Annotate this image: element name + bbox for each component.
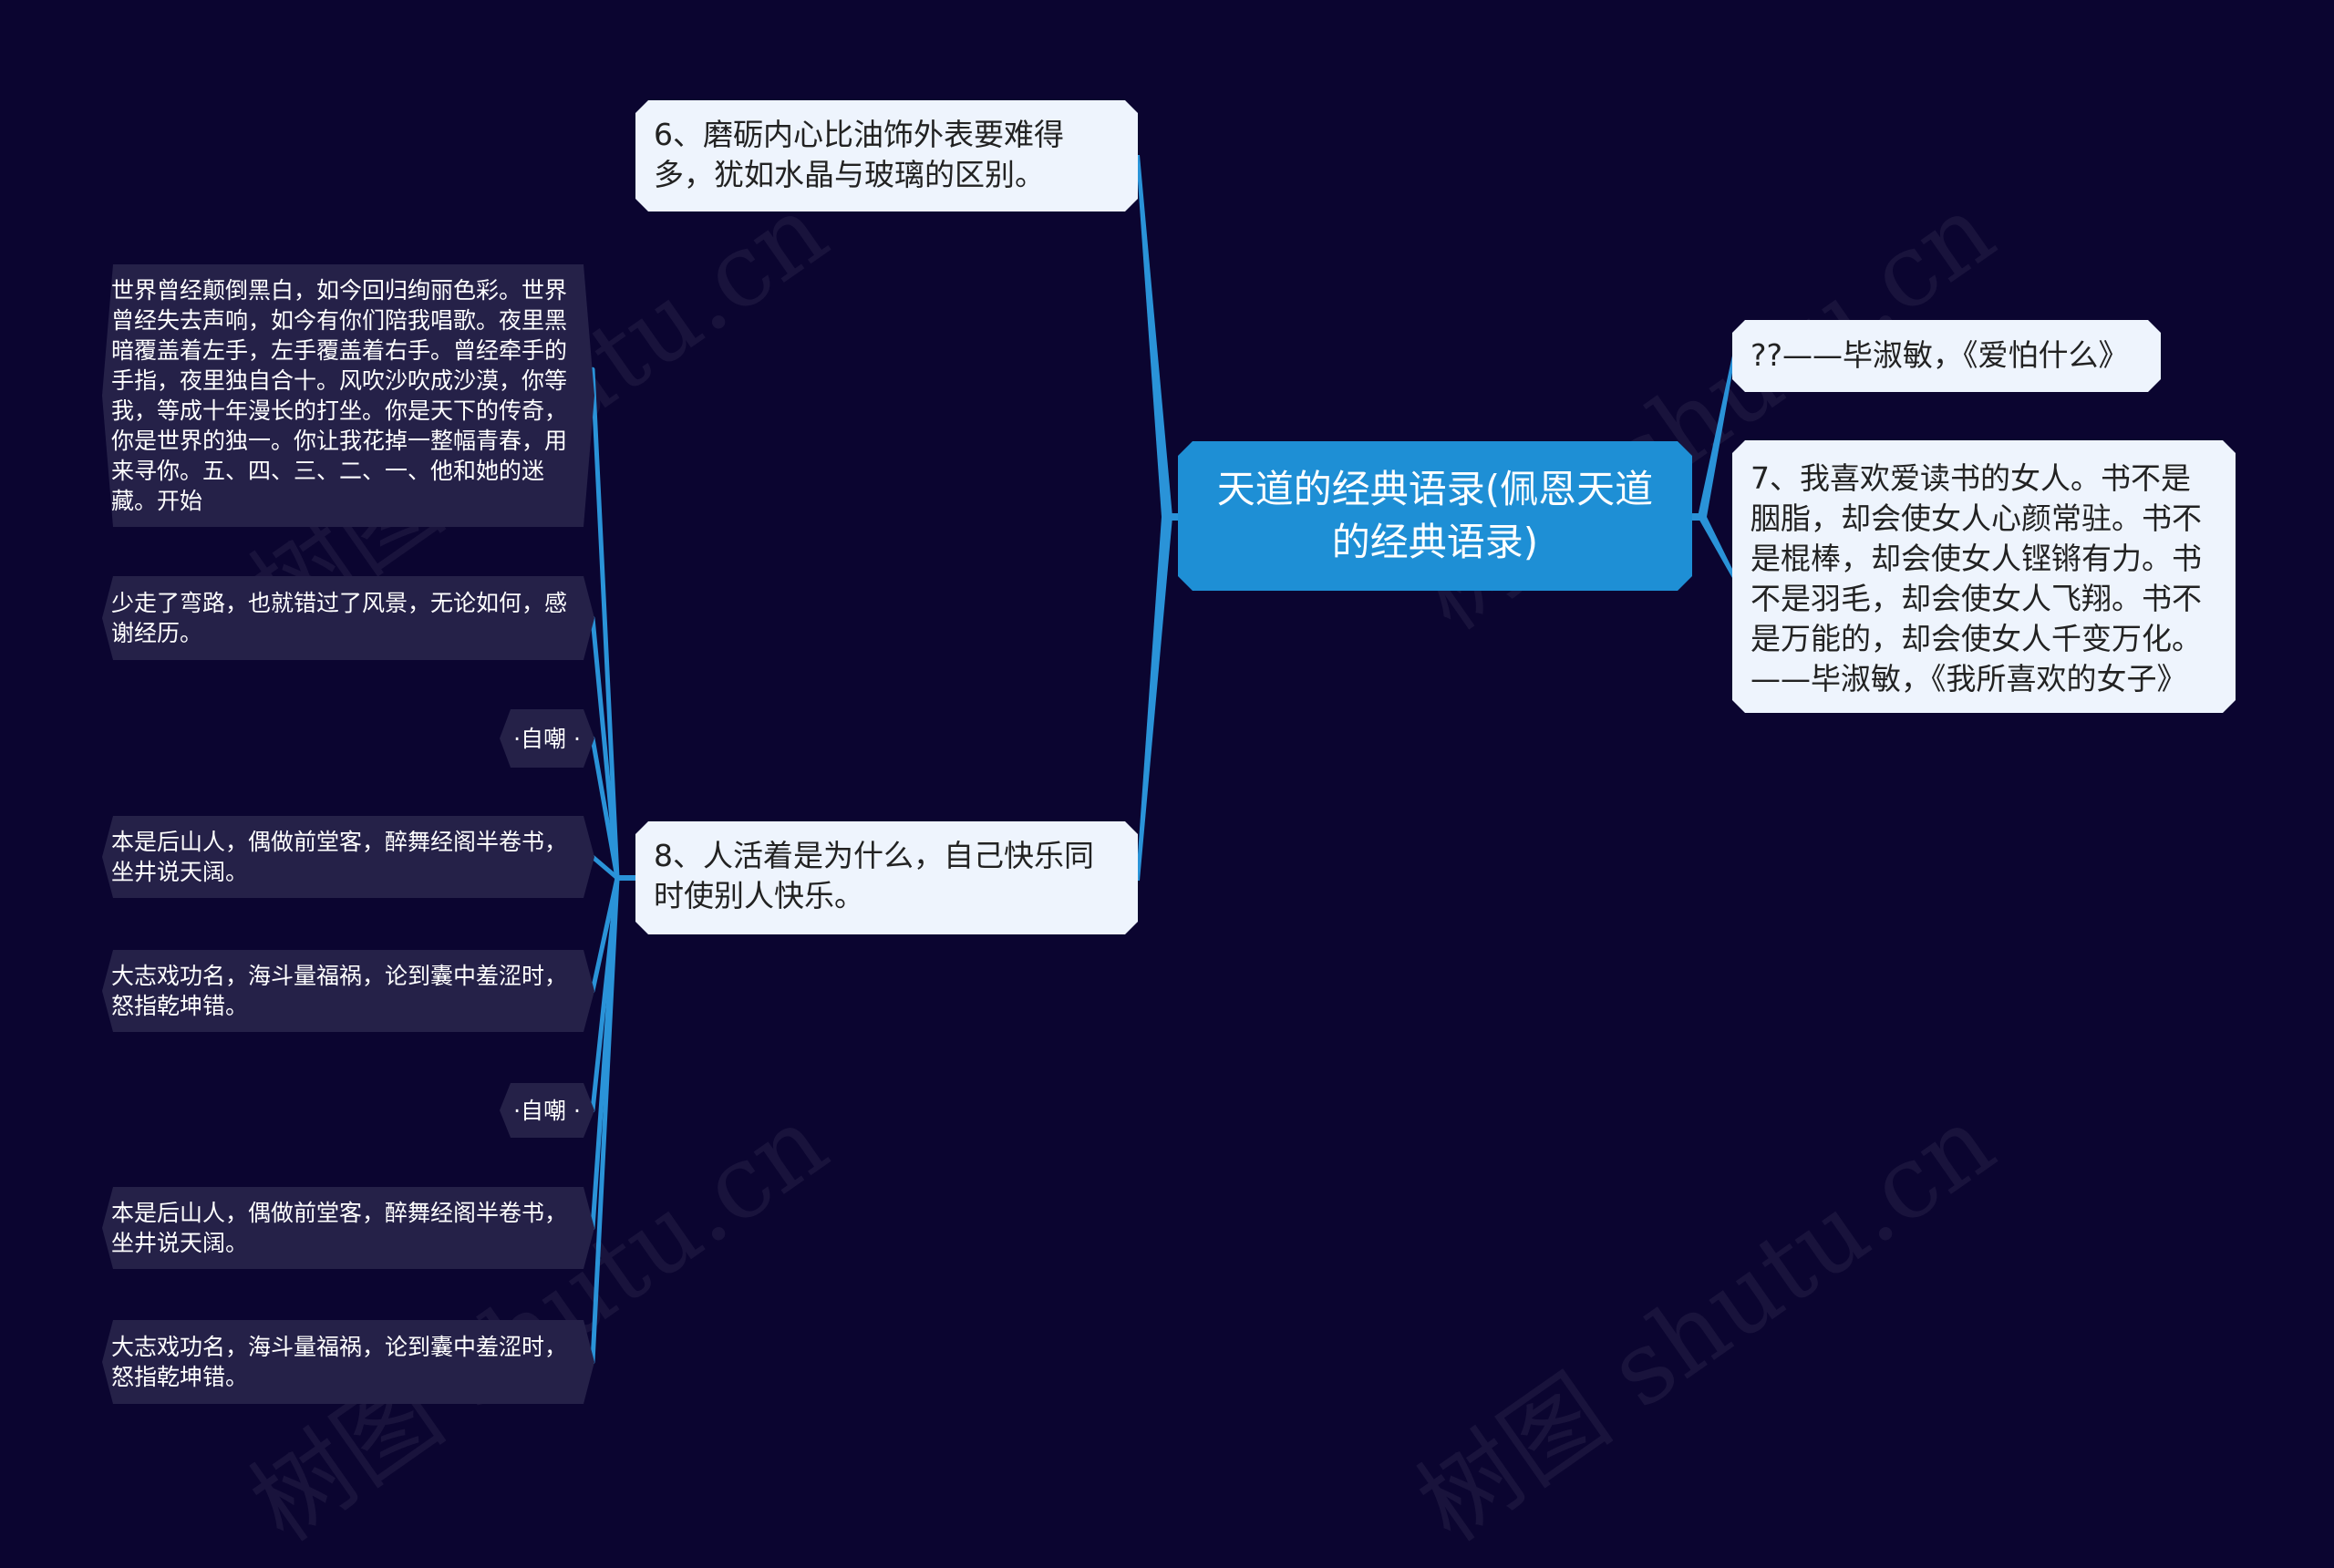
branch-label: 6、磨砺内心比油饰外表要难得多，犹如水晶与玻璃的区别。	[654, 117, 1064, 192]
leaf-label: ·自嘲 ·	[513, 725, 581, 752]
leaf-node[interactable]: 大志戏功名，海斗量福祸，论到囊中羞涩时，怒指乾坤错。	[102, 1320, 594, 1404]
leaf-node[interactable]: 大志戏功名，海斗量福祸，论到囊中羞涩时，怒指乾坤错。	[102, 950, 594, 1032]
connector-root-b7	[1698, 517, 1735, 578]
branch-label: 8、人活着是为什么，自己快乐同时使别人快乐。	[654, 838, 1094, 913]
connector-leaf-7	[590, 875, 620, 1365]
branch-label: 7、我喜欢爱读书的女人。书不是胭脂，却会使女人心颜常驻。书不是棍棒，却会使女人铿…	[1750, 460, 2202, 696]
leaf-node[interactable]: 本是后山人，偶做前堂客，醉舞经阁半卷书，坐井说天阔。	[102, 816, 594, 898]
connector-root-b6	[1136, 155, 1172, 517]
leaf-node[interactable]: 世界曾经颠倒黑白，如今回归绚丽色彩。世界曾经失去声响，如今有你们陪我唱歌。夜里黑…	[102, 264, 594, 527]
connector-root-b8	[1136, 517, 1172, 881]
leaf-label: 世界曾经颠倒黑白，如今回归绚丽色彩。世界曾经失去声响，如今有你们陪我唱歌。夜里黑…	[111, 277, 568, 514]
connector-layer	[590, 155, 1735, 1365]
leaf-label: 本是后山人，偶做前堂客，醉舞经阁半卷书，坐井说天阔。	[111, 1200, 568, 1256]
leaf-label: 大志戏功名，海斗量福祸，论到囊中羞涩时，怒指乾坤错。	[111, 1334, 568, 1390]
root-label: 天道的经典语录(佩恩天道的经典语录)	[1216, 467, 1654, 564]
leaf-label: 大志戏功名，海斗量福祸，论到囊中羞涩时，怒指乾坤错。	[111, 963, 568, 1019]
connector-root-bq	[1698, 356, 1735, 517]
leaf-node[interactable]: 本是后山人，偶做前堂客，醉舞经阁半卷书，坐井说天阔。	[102, 1187, 594, 1269]
leaf-node[interactable]: ·自嘲 ·	[500, 1083, 594, 1138]
branch-node-6[interactable]: 6、磨砺内心比油饰外表要难得多，犹如水晶与玻璃的区别。	[635, 100, 1138, 211]
branch-node-7[interactable]: 7、我喜欢爱读书的女人。书不是胭脂，却会使女人心颜常驻。书不是棍棒，却会使女人铿…	[1732, 440, 2236, 713]
leaf-node[interactable]: 少走了弯路，也就错过了风景，无论如何，感谢经历。	[102, 576, 594, 660]
leaf-label: 本是后山人，偶做前堂客，醉舞经阁半卷书，坐井说天阔。	[111, 829, 568, 885]
leaf-label: 少走了弯路，也就错过了风景，无论如何，感谢经历。	[111, 590, 568, 646]
branch-label: ??——毕淑敏，《爱怕什么》	[1750, 337, 2129, 373]
root-node[interactable]: 天道的经典语录(佩恩天道的经典语录)	[1178, 441, 1692, 591]
leaf-label: ·自嘲 ·	[513, 1097, 581, 1124]
branch-node-quote[interactable]: ??——毕淑敏，《爱怕什么》	[1732, 320, 2161, 392]
branch-node-8[interactable]: 8、人活着是为什么，自己快乐同时使别人快乐。	[635, 821, 1138, 934]
leaf-node[interactable]: ·自嘲 ·	[500, 709, 594, 768]
